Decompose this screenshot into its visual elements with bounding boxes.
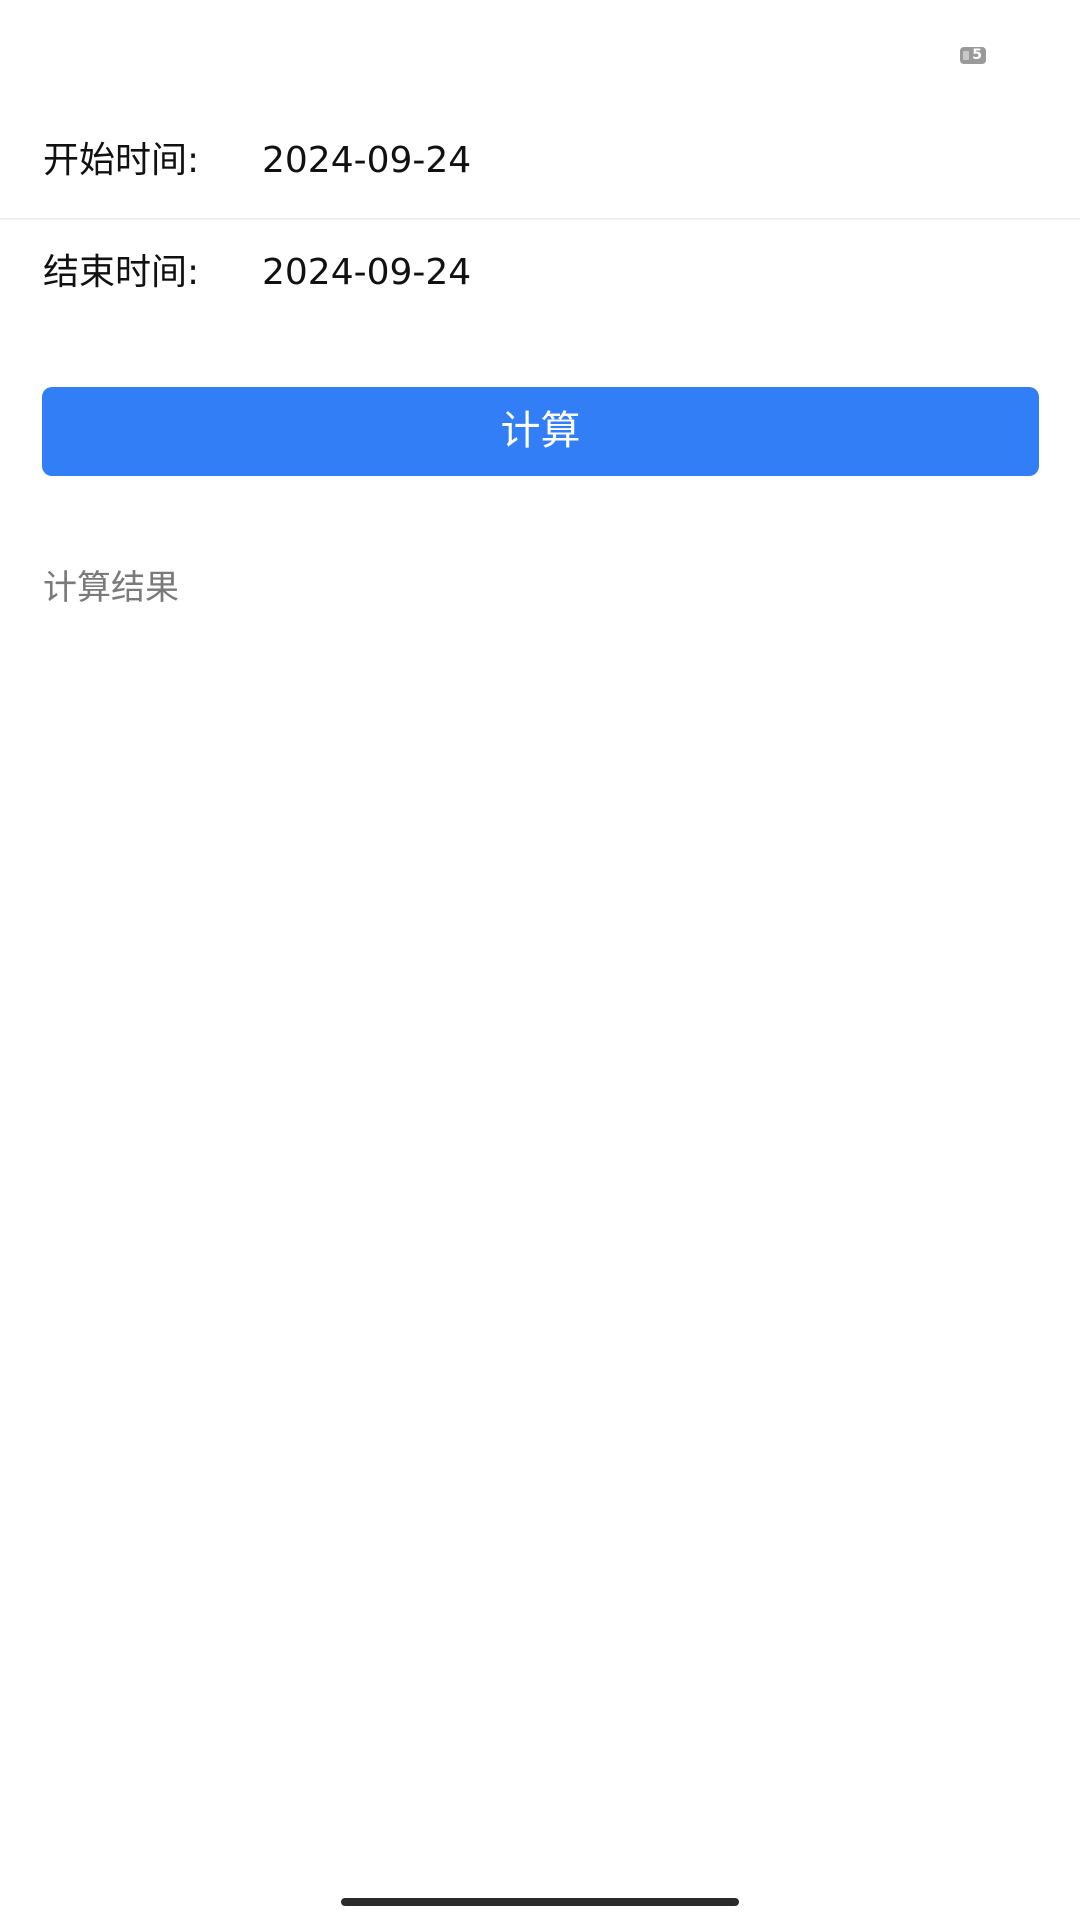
end-time-row[interactable]: 结束时间: 2024-09-24 xyxy=(0,220,1080,330)
home-indicator[interactable] xyxy=(341,1898,739,1906)
battery-icon: 5 xyxy=(960,47,986,64)
app-screen: 5 开始时间: 2024-09-24 结束时间: 2024-09-24 计算 计… xyxy=(0,0,1080,1920)
start-time-row[interactable]: 开始时间: 2024-09-24 xyxy=(0,108,1080,220)
result-label: 计算结果 xyxy=(43,568,179,608)
end-time-value[interactable]: 2024-09-24 xyxy=(262,248,471,298)
end-time-label: 结束时间: xyxy=(43,252,200,293)
status-bar: 5 xyxy=(0,0,1080,110)
calculate-button[interactable]: 计算 xyxy=(42,387,1039,476)
start-time-label: 开始时间: xyxy=(43,140,200,181)
start-time-value[interactable]: 2024-09-24 xyxy=(262,136,471,186)
